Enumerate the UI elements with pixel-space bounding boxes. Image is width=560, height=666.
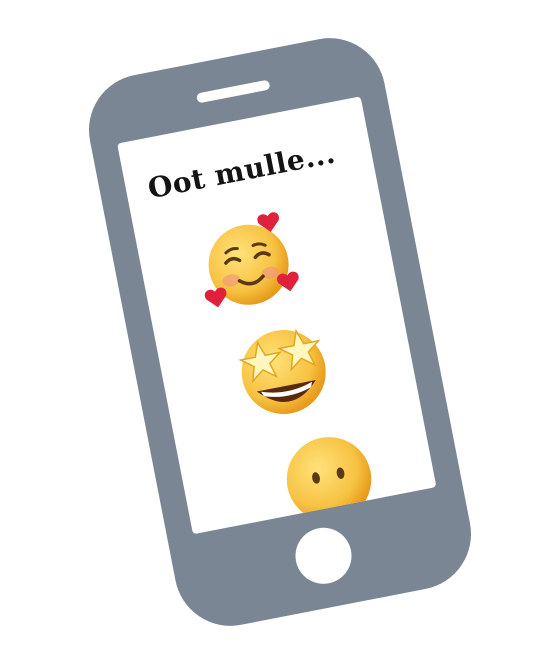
phone-speaker [195,79,271,104]
phone-home-button [290,522,357,589]
phone-illustration: Oot mulle... [79,28,481,636]
screen-title: Oot mulle... [145,136,339,206]
phone-screen: Oot mulle... [117,96,437,535]
smiling-face-with-hearts-icon [190,204,307,321]
face-without-mouth-icon [273,423,386,534]
star-struck-icon [225,311,342,428]
